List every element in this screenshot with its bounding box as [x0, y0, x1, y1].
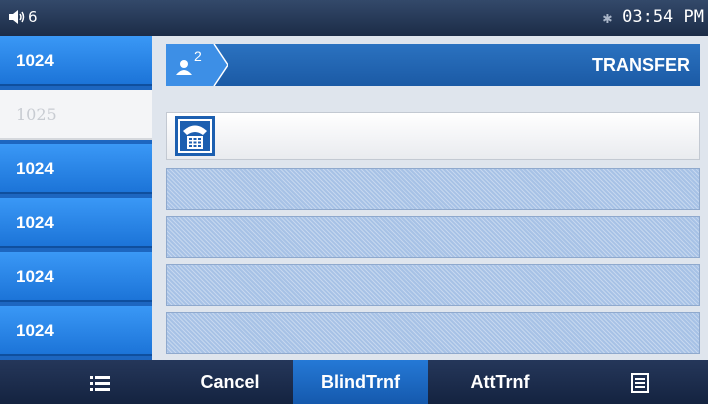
- badge-number: 2: [194, 48, 202, 64]
- line-key-2[interactable]: 1025: [0, 90, 152, 140]
- cancel-button[interactable]: Cancel: [175, 360, 285, 404]
- empty-row-2: [166, 216, 700, 258]
- line-key-6[interactable]: 1024: [0, 306, 152, 356]
- bluetooth-icon: ✱: [602, 7, 613, 27]
- volume-level: 6: [28, 8, 38, 26]
- page-title: TRANSFER: [592, 55, 690, 75]
- empty-row-1: [166, 168, 700, 210]
- more-softkey[interactable]: [600, 360, 680, 404]
- line-key-1[interactable]: 1024: [0, 36, 152, 86]
- clock: 03:54 PM: [622, 7, 704, 27]
- blind-transfer-button[interactable]: BlindTrnf: [293, 360, 428, 404]
- status-right: ✱ 03:54 PM: [602, 7, 704, 27]
- attended-transfer-button[interactable]: AttTrnf: [440, 360, 560, 404]
- transfer-number-input[interactable]: [166, 112, 700, 160]
- transfer-header: 2 TRANSFER: [166, 44, 700, 86]
- softkey-bar: Cancel BlindTrnf AttTrnf: [0, 360, 708, 404]
- status-bar: 6 ✱ 03:54 PM: [0, 0, 708, 36]
- menu-softkey[interactable]: [50, 360, 150, 404]
- user-icon: 2: [166, 44, 228, 86]
- line-key-3[interactable]: 1024: [0, 144, 152, 194]
- empty-row-4: [166, 312, 700, 354]
- empty-row-3: [166, 264, 700, 306]
- telephone-keypad-icon: [175, 116, 215, 156]
- main-panel: 2 TRANSFER: [152, 36, 708, 360]
- more-menu-icon: [631, 373, 649, 394]
- line-key-sidebar: 1024 1025 1024 1024 1024 1024: [0, 36, 152, 360]
- line-key-5[interactable]: 1024: [0, 252, 152, 302]
- speaker-volume-icon: [9, 10, 25, 24]
- status-left: 6: [8, 8, 38, 26]
- line-key-4[interactable]: 1024: [0, 198, 152, 248]
- list-menu-icon: [90, 376, 110, 392]
